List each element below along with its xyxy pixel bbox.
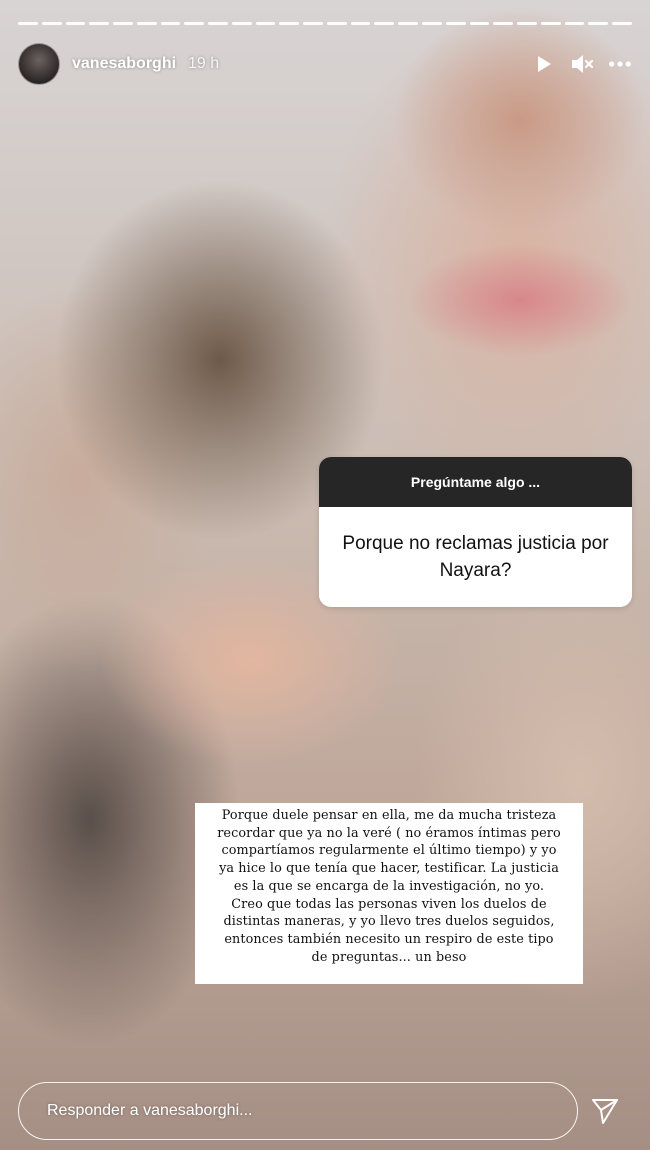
progress-segment: [588, 22, 609, 25]
answer-line: entonces también necesito un respiro de …: [224, 931, 554, 947]
answer-line: Creo que todas las personas viven los du…: [231, 896, 547, 912]
progress-segment: [184, 22, 205, 25]
progress-segment: [113, 22, 133, 25]
progress-segment: [136, 22, 157, 25]
progress-segment: [564, 22, 585, 25]
progress-segment: [398, 22, 419, 25]
header-controls: [532, 52, 632, 76]
answer-line: distintas maneras, y yo llevo tres duelo…: [223, 914, 555, 930]
story-header: vanesaborghi 19 h: [18, 42, 632, 86]
progress-segment: [374, 22, 395, 25]
question-sticker-header: Pregúntame algo ...: [319, 457, 632, 507]
progress-segment: [160, 22, 181, 25]
progress-segment: [350, 22, 371, 25]
answer-line: de preguntas... un beso: [311, 949, 467, 965]
question-text: Porque no reclamas justicia por Nayara?: [342, 533, 609, 581]
username[interactable]: vanesaborghi: [72, 55, 176, 73]
progress-segment: [41, 22, 62, 25]
progress-segment: [208, 22, 228, 25]
answer-text-block: Porque duele pensar en ella, me da mucha…: [195, 803, 583, 984]
progress-segment: [445, 22, 466, 25]
play-icon[interactable]: [532, 52, 556, 76]
progress-segment: [303, 22, 323, 25]
progress-segment: [540, 22, 561, 25]
reply-placeholder: Responder a vanesaborghi...: [47, 1102, 253, 1119]
story-progress-bar: [18, 22, 632, 25]
send-icon[interactable]: [588, 1094, 622, 1128]
progress-segment: [612, 22, 632, 25]
progress-segment: [493, 22, 514, 25]
progress-segment: [326, 22, 347, 25]
story-viewer[interactable]: vanesaborghi 19 h Pregúntame algo ... Po…: [0, 0, 650, 1150]
progress-segment: [469, 22, 490, 25]
answer-line: Porque duele pensar en ella, me da mucha…: [221, 808, 557, 823]
post-time: 19 h: [188, 55, 220, 72]
progress-segment: [231, 22, 252, 25]
answer-line: compartíamos regularmente el último tiem…: [221, 843, 557, 859]
answer-line: recordar que ya no la veré ( no éramos í…: [217, 825, 561, 841]
question-sticker: Pregúntame algo ... Porque no reclamas j…: [319, 457, 632, 607]
progress-segment: [18, 22, 38, 25]
avatar[interactable]: [18, 43, 60, 85]
progress-segment: [65, 22, 86, 25]
progress-segment: [89, 22, 110, 25]
more-options-icon[interactable]: [608, 52, 632, 76]
reply-input[interactable]: Responder a vanesaborghi...: [18, 1082, 578, 1140]
answer-line: es la que se encarga de la investigación…: [233, 878, 545, 894]
answer-line: ya hice lo que tenía que hacer, testific…: [219, 861, 559, 877]
muted-speaker-icon[interactable]: [570, 52, 594, 76]
progress-segment: [279, 22, 300, 25]
progress-segment: [255, 22, 276, 25]
progress-segment: [422, 22, 442, 25]
progress-segment: [517, 22, 537, 25]
